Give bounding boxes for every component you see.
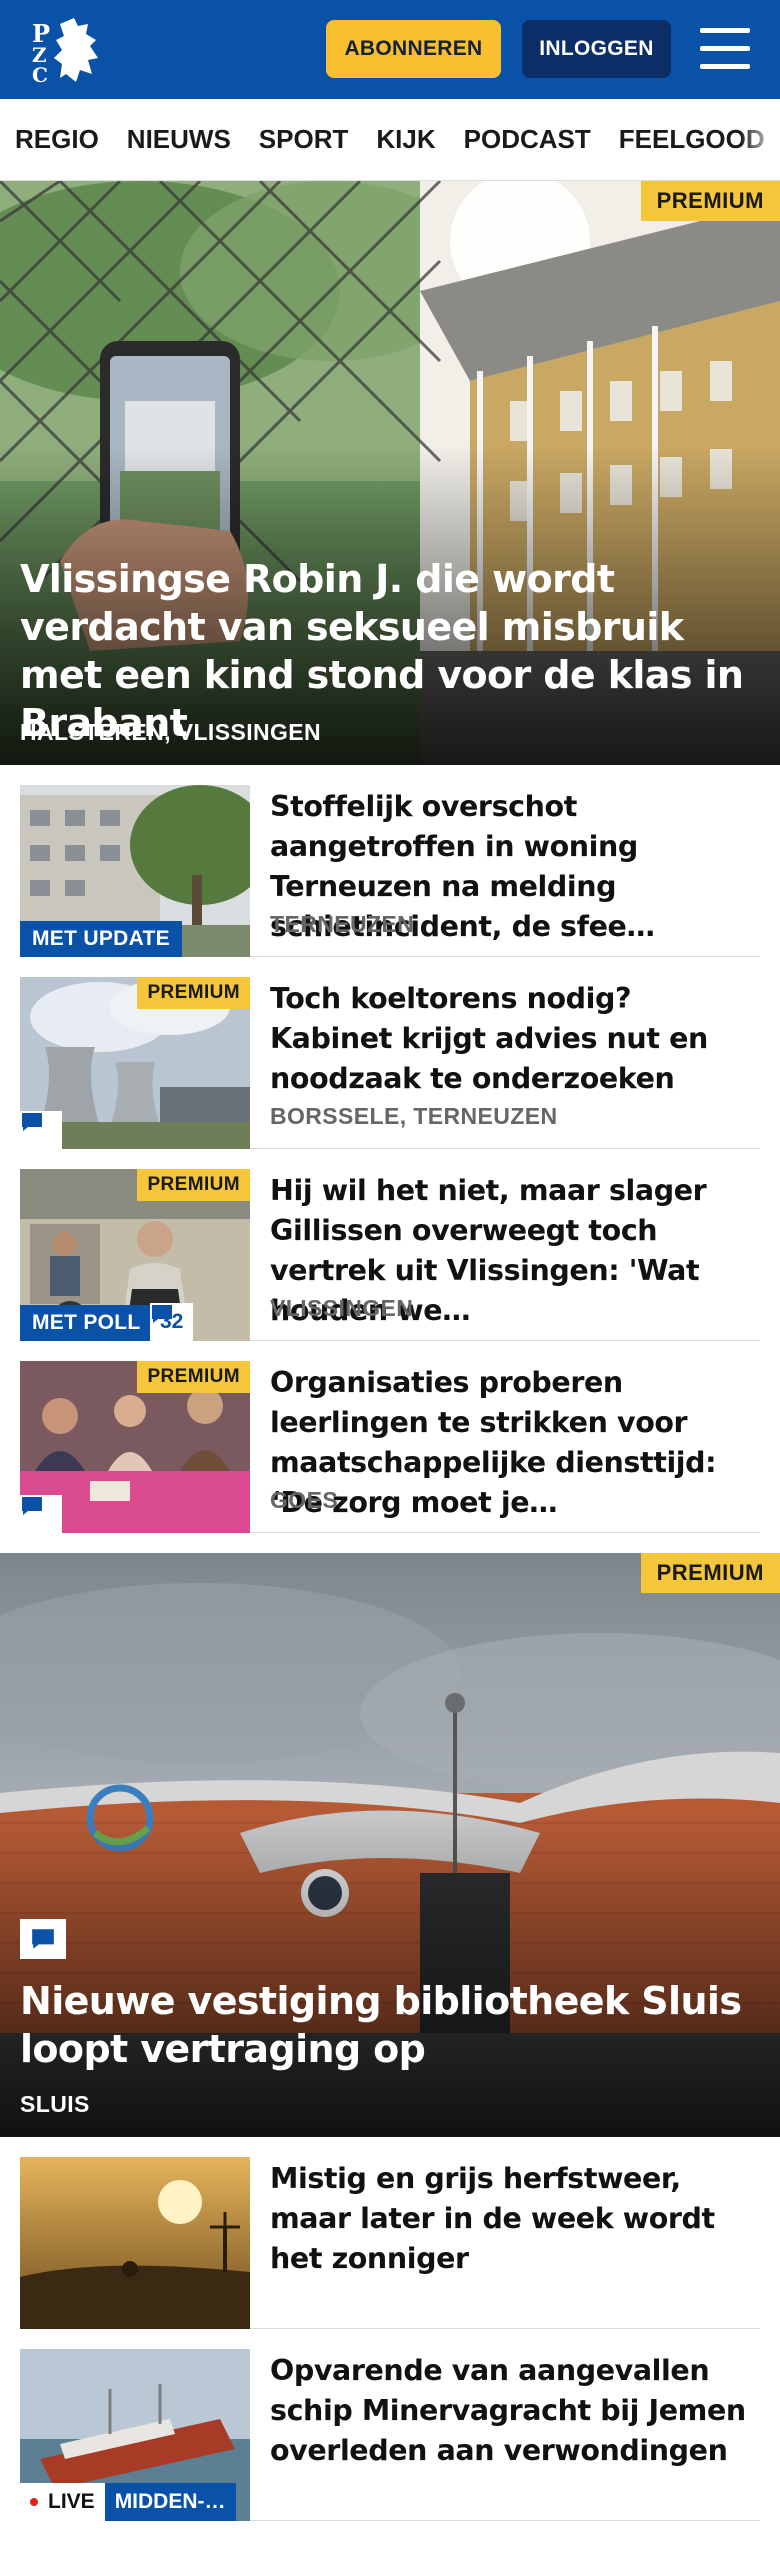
premium-badge: PREMIUM [640, 1553, 780, 1593]
live-label: LIVE [20, 2483, 105, 2521]
article-title[interactable]: Opvarende van aangevallen schip Minervag… [270, 2351, 750, 2471]
nav-scroll-fade [740, 99, 780, 180]
category-label: MIDDEN-… [104, 2483, 236, 2521]
comment-icon[interactable] [20, 1919, 66, 1959]
article-location: GOES [270, 1487, 339, 1513]
premium-badge: PREMIUM [640, 181, 780, 221]
hero-location: HALSTEREN, VLISSINGEN [20, 719, 322, 745]
comment-icon[interactable] [20, 1111, 62, 1149]
svg-text:C: C [32, 63, 48, 86]
pzc-logo[interactable]: P Z C [30, 14, 110, 86]
list-item[interactable]: MET UPDATE Stoffelijk overschot aangetro… [20, 765, 760, 957]
article-location: BORSSELE, TERNEUZEN [270, 1103, 558, 1129]
hero-location: SLUIS [20, 2091, 90, 2117]
list-item[interactable]: LIVE MIDDEN-… Opvarende van aangevallen … [20, 2329, 760, 2521]
list-item[interactable]: PREMIUM Toch koeltorens nodig? Kabinet k… [20, 957, 760, 1149]
live-badge: LIVE MIDDEN-… [20, 2483, 236, 2521]
hero-article-2[interactable]: PREMIUM Nieuwe vestiging bibliotheek Slu… [0, 1553, 780, 2137]
comment-count[interactable]: 32 [150, 1303, 194, 1341]
article-title[interactable]: Mistig en grijs herfstweer, maar later i… [270, 2159, 750, 2279]
hero-article-1[interactable]: PREMIUM Vlissingse Robin J. die wordt ve… [0, 181, 780, 765]
premium-badge: PREMIUM [137, 1169, 250, 1201]
nav-item-regio[interactable]: REGIO [0, 124, 113, 155]
list-item[interactable]: PREMIUM MET POLL 32 Hij wil het niet, ma… [20, 1149, 760, 1341]
login-button[interactable]: INLOGGEN [522, 20, 671, 78]
article-title[interactable]: Toch koeltorens nodig? Kabinet krijgt ad… [270, 979, 750, 1099]
article-location: VLISSINGEN [270, 1295, 414, 1321]
list-item[interactable]: PREMIUM Organisaties proberen leerlingen… [20, 1341, 760, 1533]
top-bar: P Z C ABONNEREN INLOGGEN [0, 0, 780, 99]
live-dot-icon [30, 2498, 38, 2506]
subscribe-button[interactable]: ABONNEREN [326, 20, 501, 78]
hero-title[interactable]: Nieuwe vestiging bibliotheek Sluis loopt… [20, 1977, 760, 2073]
article-thumbnail: PREMIUM MET POLL 32 [20, 1169, 250, 1341]
nav-item-nieuws[interactable]: NIEUWS [113, 124, 245, 155]
poll-badge: MET POLL [20, 1305, 153, 1341]
premium-badge: PREMIUM [137, 977, 250, 1009]
article-thumbnail [20, 2157, 250, 2329]
list-item[interactable]: Mistig en grijs herfstweer, maar later i… [20, 2137, 760, 2329]
nav-item-sport[interactable]: SPORT [245, 124, 363, 155]
article-thumbnail: MET UPDATE [20, 785, 250, 957]
update-badge: MET UPDATE [20, 921, 182, 957]
live-text: LIVE [48, 2490, 95, 2513]
article-title[interactable]: Organisaties proberen leerlingen te stri… [270, 1363, 750, 1523]
article-thumbnail: PREMIUM [20, 1361, 250, 1533]
nav-item-podcast[interactable]: PODCAST [450, 124, 605, 155]
article-thumbnail: PREMIUM [20, 977, 250, 1149]
section-nav: REGIO NIEUWS SPORT KIJK PODCAST FEELGOOD [0, 99, 780, 181]
nav-item-kijk[interactable]: KIJK [362, 124, 449, 155]
article-location: TERNEUZEN [270, 911, 415, 937]
article-thumbnail: LIVE MIDDEN-… [20, 2349, 250, 2521]
comment-icon [152, 1305, 172, 1323]
comment-icon[interactable] [20, 1495, 62, 1533]
premium-badge: PREMIUM [137, 1361, 250, 1393]
hamburger-menu-icon[interactable] [700, 28, 750, 70]
